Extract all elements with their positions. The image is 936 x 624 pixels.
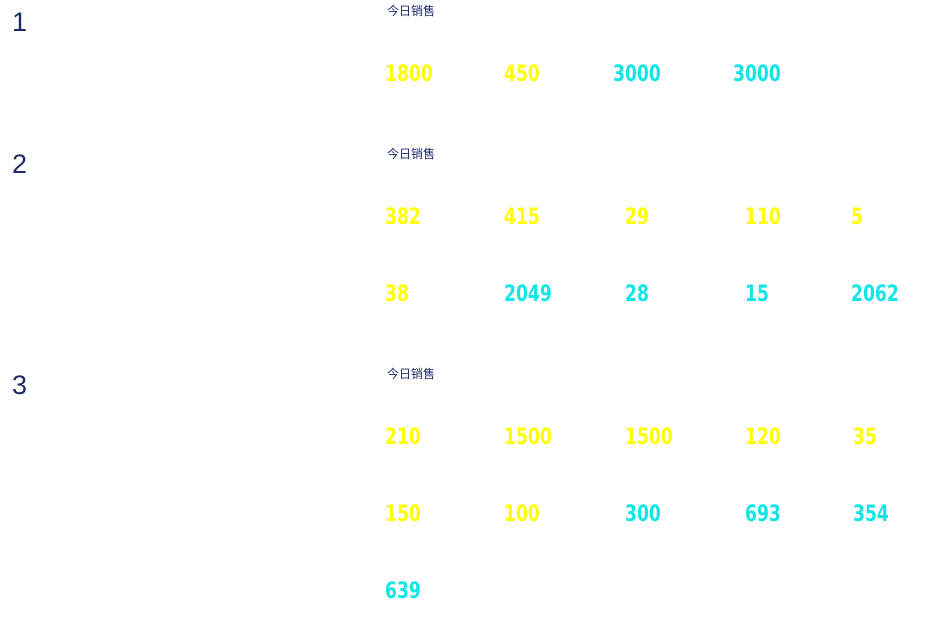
value-s2-r2-c4: 15	[745, 282, 769, 307]
value-s3-r1-c2: 1500	[504, 425, 552, 450]
value-s2-r1-c5: 5	[851, 205, 863, 230]
value-s3-r2-c4: 693	[745, 502, 781, 527]
value-s2-r2-c2: 2049	[504, 282, 552, 307]
value-s2-r2-c5: 2062	[851, 282, 899, 307]
section-label-2: 今日销售	[387, 147, 436, 161]
section-number-1: 1	[12, 7, 28, 37]
section-label-1: 今日销售	[387, 4, 436, 18]
value-s3-r1-c5: 35	[853, 425, 877, 450]
value-s1-r1-c1: 1800	[385, 62, 433, 87]
value-s2-r2-c1: 38	[385, 282, 409, 307]
value-s1-r1-c2: 450	[504, 62, 540, 87]
value-s3-r2-c5: 354	[853, 502, 889, 527]
value-s3-r1-c4: 120	[745, 425, 781, 450]
value-s2-r2-c3: 28	[625, 282, 649, 307]
value-s2-r1-c4: 110	[745, 205, 781, 230]
value-s1-r1-c4: 3000	[733, 62, 781, 87]
value-s2-r1-c1: 382	[385, 205, 421, 230]
value-s3-r3-c1: 639	[385, 579, 421, 604]
value-s3-r1-c3: 1500	[625, 425, 673, 450]
value-s3-r2-c3: 300	[625, 502, 661, 527]
value-s3-r1-c1: 210	[385, 425, 421, 450]
value-s3-r2-c2: 100	[504, 502, 540, 527]
section-number-3: 3	[12, 370, 28, 400]
value-s1-r1-c3: 3000	[613, 62, 661, 87]
value-s2-r1-c2: 415	[504, 205, 540, 230]
section-number-2: 2	[12, 149, 28, 179]
section-label-3: 今日销售	[387, 367, 436, 381]
value-s2-r1-c3: 29	[625, 205, 649, 230]
value-s3-r2-c1: 150	[385, 502, 421, 527]
